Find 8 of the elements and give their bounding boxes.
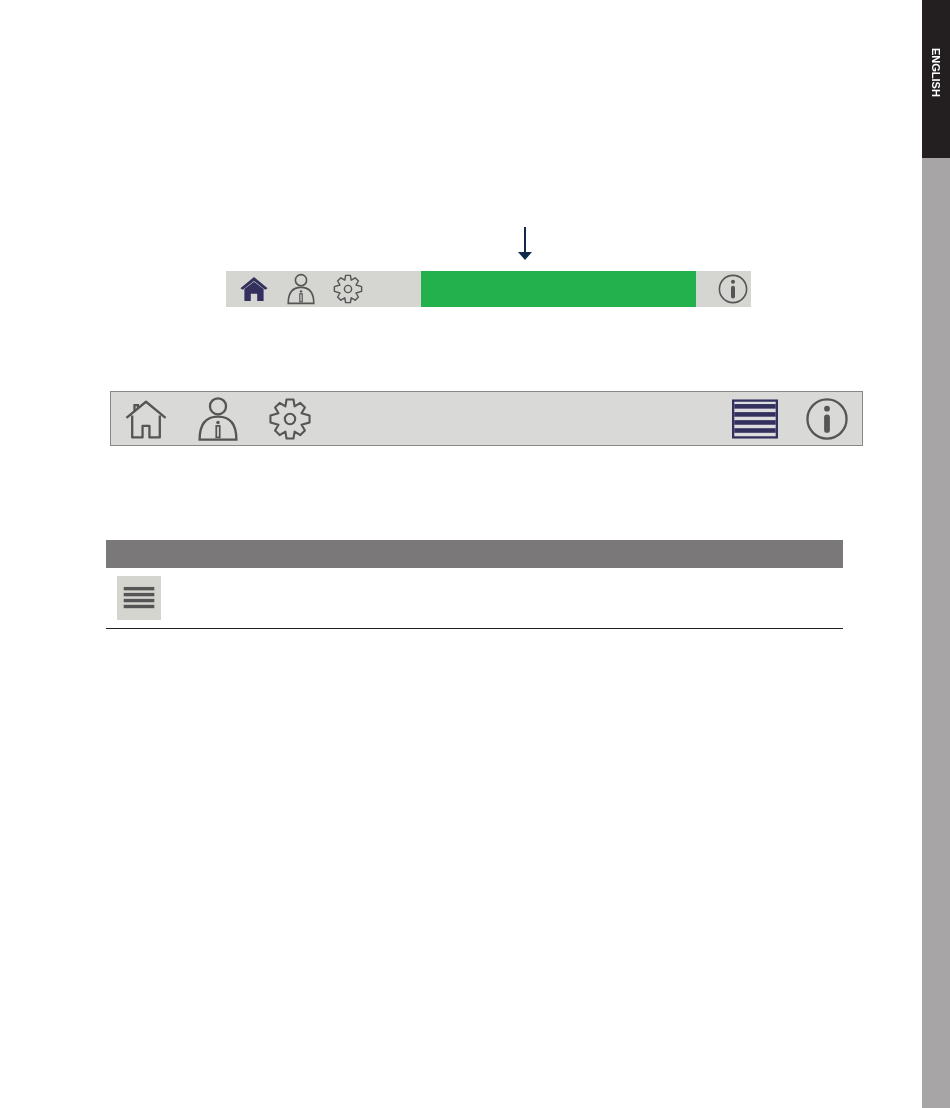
settings-icon[interactable] — [267, 395, 313, 442]
user-icon[interactable] — [195, 395, 241, 442]
settings-icon[interactable] — [332, 273, 365, 305]
language-tab[interactable]: ENGLISH — [922, 0, 950, 158]
info-icon[interactable] — [716, 273, 749, 305]
user-icon[interactable] — [285, 273, 318, 305]
arrow-icon — [517, 227, 533, 261]
info-icon[interactable] — [804, 395, 850, 442]
